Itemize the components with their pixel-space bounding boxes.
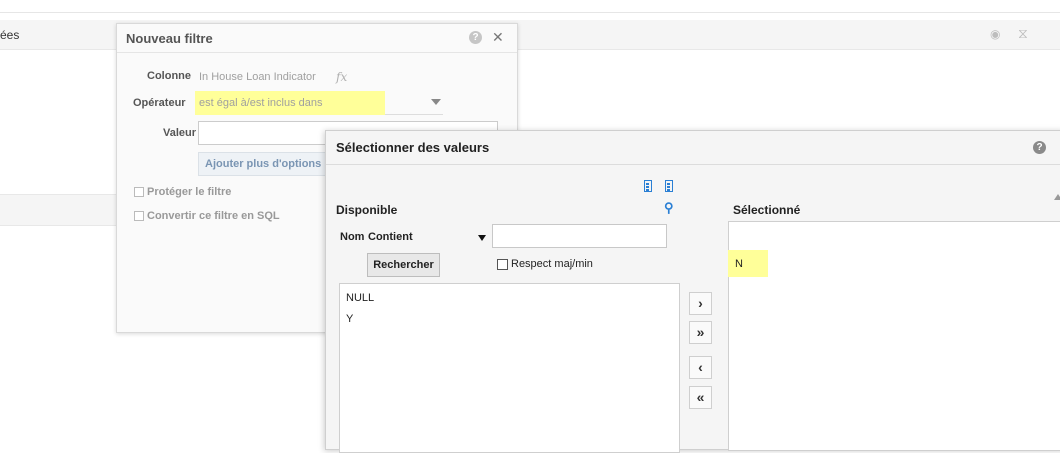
list-item[interactable]: NULL bbox=[346, 292, 374, 304]
search-icon[interactable]: ⚲ bbox=[664, 200, 674, 216]
list-item[interactable]: N bbox=[735, 258, 743, 270]
selected-title: Sélectionné bbox=[733, 203, 801, 217]
protect-filter-label: Protéger le filtre bbox=[147, 186, 232, 198]
top-divider bbox=[0, 12, 1060, 13]
name-label: Nom bbox=[340, 231, 365, 243]
convert-sql-checkbox[interactable] bbox=[134, 211, 144, 221]
selected-list[interactable] bbox=[728, 221, 1060, 451]
list-item[interactable]: Y bbox=[346, 313, 353, 325]
remove-button[interactable]: ‹ bbox=[689, 356, 712, 379]
available-title: Disponible bbox=[336, 203, 398, 217]
operator-label: Opérateur bbox=[133, 97, 186, 109]
help-icon[interactable]: ? bbox=[1033, 141, 1046, 154]
list-view-icon[interactable] bbox=[665, 180, 673, 192]
close-icon[interactable]: ✕ bbox=[492, 29, 504, 46]
match-type-select[interactable]: Contient bbox=[368, 231, 413, 243]
chevron-down-icon[interactable] bbox=[431, 99, 441, 105]
title-divider bbox=[117, 52, 517, 53]
value-label: Valeur bbox=[163, 127, 197, 139]
move-button[interactable]: › bbox=[689, 292, 712, 315]
search-button[interactable]: Rechercher bbox=[367, 253, 440, 277]
protect-filter-checkbox[interactable] bbox=[134, 187, 144, 197]
move-all-button[interactable]: » bbox=[689, 321, 712, 344]
filter-clear-icon[interactable]: ⧖ bbox=[1018, 25, 1028, 42]
convert-sql-label: Convertir ce filtre en SQL bbox=[147, 210, 280, 222]
fx-icon[interactable]: fx bbox=[336, 70, 347, 84]
column-value: In House Loan Indicator bbox=[199, 71, 316, 83]
add-options-button[interactable]: Ajouter plus d'options bbox=[198, 152, 328, 176]
background-header-label: ées bbox=[0, 28, 20, 42]
dialog-title: Nouveau filtre bbox=[126, 31, 213, 46]
collapse-arrow-icon[interactable] bbox=[1054, 194, 1060, 200]
title-divider bbox=[326, 164, 1060, 165]
available-list[interactable] bbox=[339, 283, 680, 453]
remove-all-button[interactable]: « bbox=[689, 386, 712, 409]
search-input[interactable] bbox=[492, 224, 667, 248]
eye-icon[interactable]: ◉ bbox=[990, 27, 1000, 41]
column-label: Colonne bbox=[147, 70, 191, 82]
help-icon[interactable]: ? bbox=[469, 31, 482, 44]
case-sensitive-checkbox[interactable] bbox=[497, 259, 508, 270]
dialog-title: Sélectionner des valeurs bbox=[336, 140, 490, 155]
case-sensitive-label: Respect maj/min bbox=[511, 258, 593, 270]
operator-select[interactable]: est égal à/est inclus dans bbox=[199, 97, 323, 109]
list-view-icon[interactable] bbox=[644, 180, 652, 192]
selected-highlight bbox=[728, 250, 768, 277]
chevron-down-icon[interactable] bbox=[478, 235, 486, 241]
